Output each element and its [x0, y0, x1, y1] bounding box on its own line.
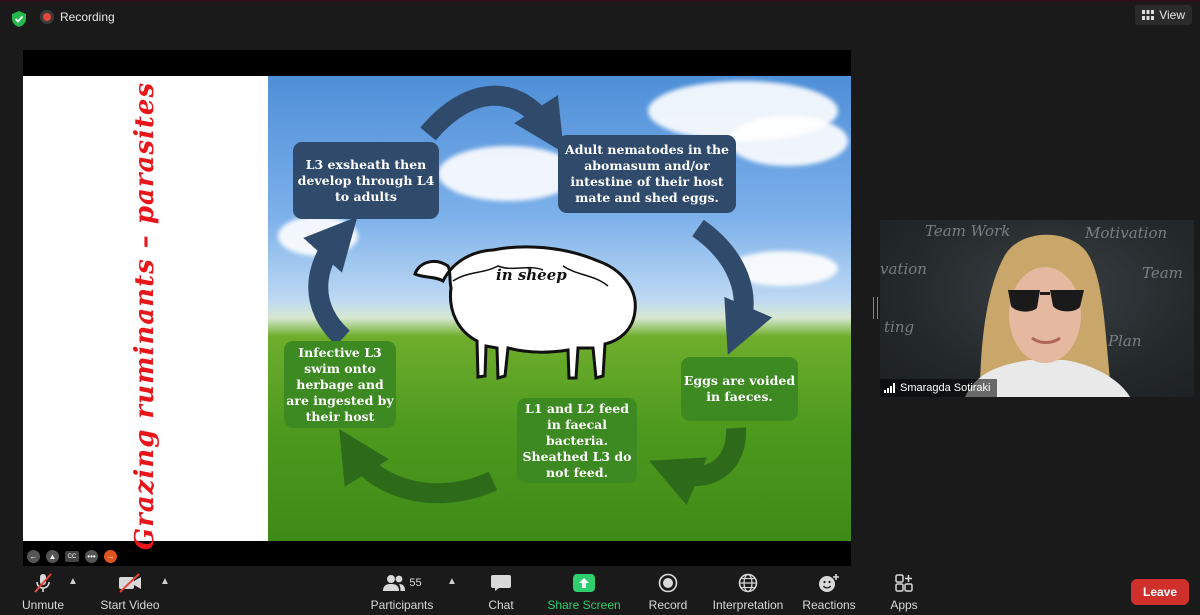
record-button[interactable]: Record [647, 566, 689, 615]
participant-name: Smaragda Sotiraki [900, 382, 991, 394]
chat-label: Chat [488, 598, 514, 612]
chat-icon [491, 575, 511, 591]
participants-icon [383, 575, 406, 591]
participants-options-chevron-icon[interactable]: ▲ [447, 576, 457, 587]
chat-button[interactable]: Chat [482, 566, 520, 615]
participants-button[interactable]: 55 Participants [370, 566, 434, 615]
back-arrow-icon[interactable]: ← [27, 550, 40, 563]
participants-label: Participants [370, 598, 434, 612]
presentation-slide: Grazing ruminants – parasites ← ▲ CC •••… [23, 76, 851, 563]
window-top-border [0, 0, 1200, 2]
participants-count: 55 [409, 577, 422, 589]
slide-mini-toolbar: ← ▲ CC ••• → [27, 550, 117, 563]
arrow-left [303, 216, 358, 346]
grid-view-icon [1142, 10, 1155, 20]
more-icon[interactable]: ••• [85, 550, 98, 563]
step-l1-l2: L1 and L2 feed in faecal bacteria. Sheat… [517, 398, 637, 483]
participant-name-tag: Smaragda Sotiraki [880, 379, 997, 397]
arrow-top [420, 85, 565, 153]
interpretation-button[interactable]: Interpretation [710, 566, 786, 615]
signal-bars-icon [884, 383, 895, 393]
globe-icon [738, 573, 758, 593]
arrow-right [692, 219, 773, 355]
share-screen-label: Share Screen [547, 598, 621, 612]
share-screen-button[interactable]: Share Screen [547, 566, 621, 615]
apps-label: Apps [890, 598, 918, 612]
panel-resize-handle[interactable] [873, 297, 878, 319]
participant-figure [965, 234, 1130, 397]
step-infective-l3: Infective L3 swim onto herbage and are i… [284, 341, 396, 428]
recording-dot-icon [40, 10, 54, 24]
view-label: View [1159, 8, 1185, 22]
apps-icon [895, 574, 913, 592]
sheep-illustration [413, 245, 637, 380]
apps-button[interactable]: Apps [886, 566, 922, 615]
step-l3-develop: L3 exsheath then develop through L4 to a… [293, 142, 439, 219]
unmute-button[interactable]: Unmute [18, 566, 68, 615]
leave-button[interactable]: Leave [1131, 579, 1189, 605]
reactions-smiley-icon [819, 574, 839, 592]
view-button[interactable]: View [1135, 5, 1192, 25]
sheep-label: in sheep [496, 266, 567, 284]
audio-options-chevron-icon[interactable]: ▲ [68, 576, 78, 587]
captions-icon[interactable]: CC [65, 551, 79, 562]
slide-title-panel: Grazing ruminants – parasites ← ▲ CC •••… [23, 76, 268, 563]
recording-label: Recording [60, 10, 115, 24]
slide-vertical-title: Grazing ruminants – parasites [130, 81, 160, 551]
reactions-button[interactable]: Reactions [802, 566, 856, 615]
video-options-chevron-icon[interactable]: ▲ [160, 576, 170, 587]
unmute-label: Unmute [21, 598, 65, 612]
share-screen-icon [573, 574, 595, 592]
slide-cycle-panel: in sheep L3 exsheath then develop throug… [268, 76, 851, 541]
pen-icon[interactable]: ▲ [46, 550, 59, 563]
participant-video-tile[interactable]: Team Work Motivation vation Team ting Pl… [880, 220, 1194, 397]
step-eggs-voided: Eggs are voided in faeces. [681, 357, 798, 421]
interpretation-label: Interpretation [712, 598, 784, 612]
start-video-button[interactable]: Start Video [98, 566, 162, 615]
muted-microphone-icon [34, 573, 52, 593]
record-label: Record [648, 598, 688, 612]
arrow-bottom-left [339, 428, 498, 504]
video-off-icon [119, 573, 141, 593]
forward-icon[interactable]: → [104, 550, 117, 563]
reactions-label: Reactions [802, 598, 856, 612]
arrow-bottom-right [649, 427, 747, 506]
step-adult-nematodes: Adult nematodes in the abomasum and/or i… [558, 135, 736, 213]
recording-indicator[interactable]: Recording [40, 10, 115, 24]
security-shield-icon[interactable] [10, 10, 28, 28]
meeting-toolbar: Unmute ▲ Start Video ▲ 55 Participants ▲ [0, 566, 1200, 615]
start-video-label: Start Video [100, 598, 160, 612]
shared-screen[interactable]: Grazing ruminants – parasites ← ▲ CC •••… [23, 50, 851, 566]
record-icon [658, 573, 678, 593]
